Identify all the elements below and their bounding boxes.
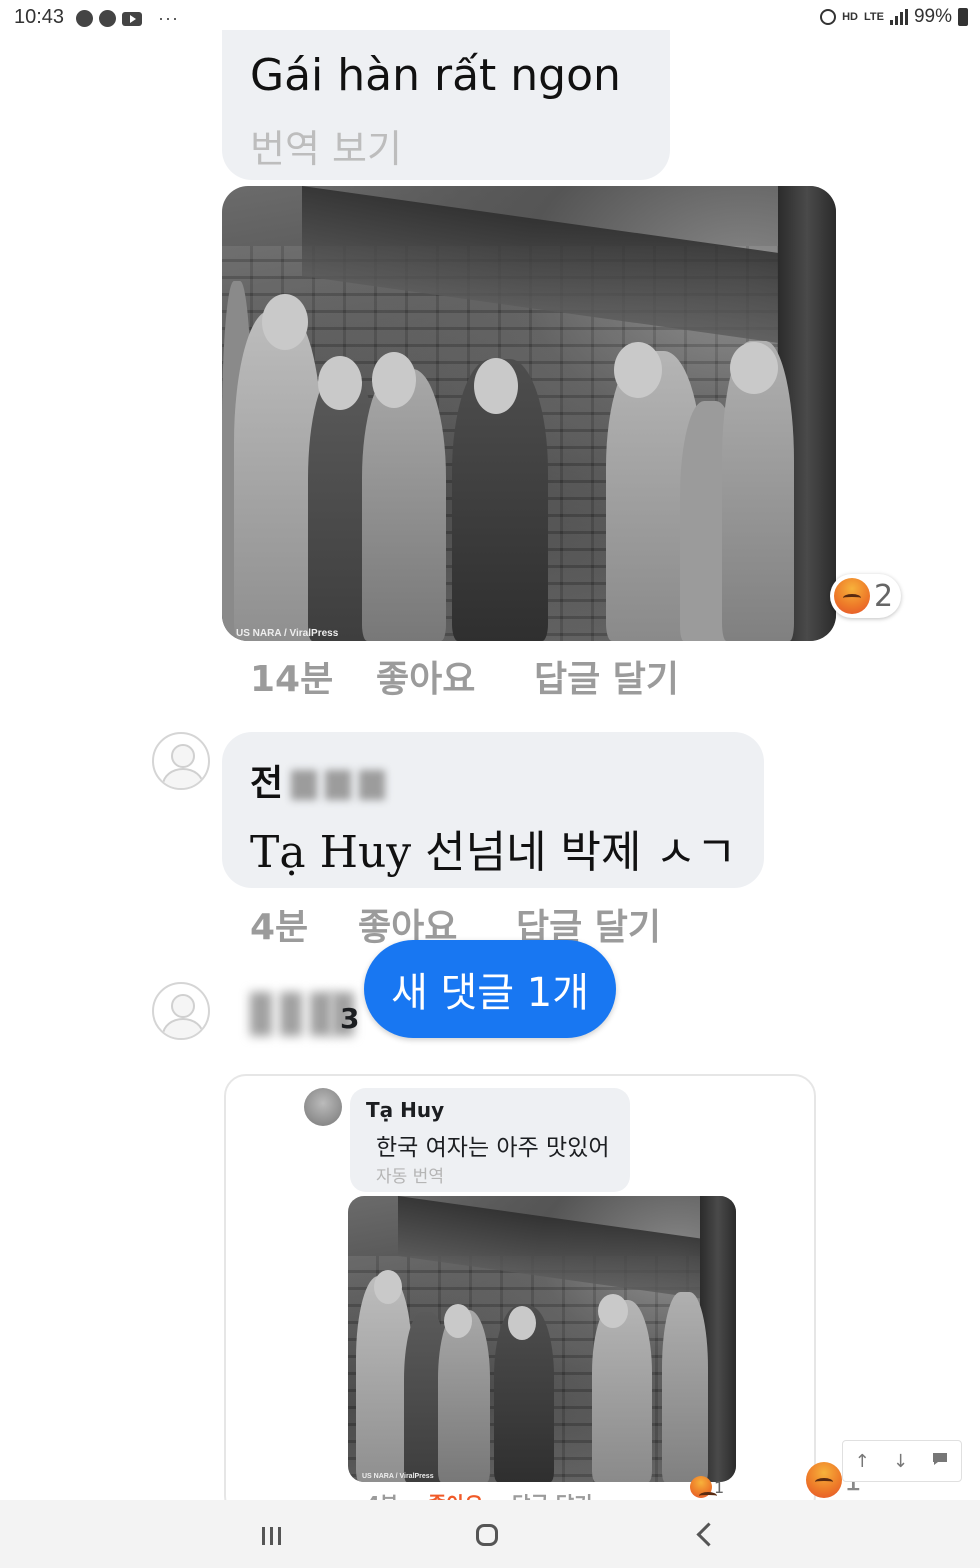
quoted-text: 한국 여자는 아주 맛있어 (376, 1135, 610, 1161)
angry-reaction-icon (806, 1462, 842, 1498)
reaction-count: 2 (874, 578, 894, 614)
see-translation-link[interactable]: 번역 보기 (250, 118, 402, 173)
chat-notification-icon (99, 10, 116, 27)
signal-icon (889, 9, 908, 25)
photo-head (318, 356, 362, 410)
photo-head (474, 358, 518, 414)
like-button[interactable]: 좋아요 (376, 650, 475, 702)
author-name-tail: 3 (340, 1002, 360, 1035)
new-comments-button[interactable]: 새 댓글 1개 (364, 940, 616, 1038)
quoted-author: Tạ Huy (366, 1098, 445, 1122)
status-bar: 10:43 ··· HD LTE 99% (0, 0, 980, 34)
comment-author[interactable]: 전 (250, 754, 386, 806)
comment-photo[interactable]: US NARA / ViralPress (222, 186, 836, 641)
quoted-reaction: 1 (690, 1476, 724, 1498)
blurred-name (359, 770, 386, 800)
status-time: 10:43 (14, 6, 65, 28)
photo-watermark: US NARA / ViralPress (362, 1473, 434, 1480)
auto-translation-label: 자동 번역 (376, 1167, 444, 1187)
avatar[interactable] (152, 732, 210, 790)
reply-button[interactable]: 답글 달기 (534, 650, 679, 702)
scroll-down-icon[interactable]: ↓ (893, 1451, 908, 1472)
comment-time: 4분 (250, 907, 309, 948)
blurred-name (291, 770, 318, 800)
photo-head (372, 352, 416, 408)
quoted-photo: US NARA / ViralPress (348, 1196, 736, 1482)
home-icon[interactable] (476, 1524, 498, 1546)
angry-reaction-icon (834, 578, 870, 614)
photo-head (262, 294, 308, 350)
comment-author-name: 전 (250, 763, 284, 804)
comment-text: Gái hàn rất ngon (250, 50, 621, 101)
lte-label: LTE (864, 11, 884, 23)
reaction-badge[interactable]: 2 (830, 574, 902, 618)
comment-bubble[interactable]: Gái hàn rất ngon 번역 보기 (222, 30, 670, 180)
avatar[interactable] (152, 982, 210, 1040)
notification-icons: ··· (76, 8, 179, 29)
comment-icon[interactable] (931, 1451, 949, 1472)
photo-head (614, 342, 662, 398)
photo-person (592, 1300, 652, 1482)
battery-percent: 99% (913, 6, 952, 27)
scroll-up-icon[interactable]: ↑ (855, 1451, 870, 1472)
photo-person (662, 1292, 708, 1482)
comment-text: Tạ Huy 선넘네 박제 ㅅㄱ (250, 827, 737, 878)
more-notifications-icon: ··· (158, 8, 179, 28)
recent-apps-icon[interactable] (262, 1527, 281, 1545)
comment-bubble[interactable]: 전 Tạ Huy 선넘네 박제 ㅅㄱ (222, 732, 764, 888)
photo-head (374, 1270, 402, 1304)
photo-head (730, 342, 778, 394)
photo-head (598, 1294, 628, 1328)
photo-head (508, 1306, 536, 1340)
photo-head (444, 1304, 472, 1338)
hd-voice-label: HD (842, 11, 858, 23)
comment-actions: 14분 좋아요 답글 달기 (0, 650, 980, 700)
status-right: HD LTE 99% (820, 6, 968, 28)
scroll-controls: ↑ ↓ (842, 1440, 962, 1482)
youtube-icon (122, 11, 142, 26)
photo-watermark: US NARA / ViralPress (236, 628, 339, 639)
avatar (304, 1088, 342, 1126)
quoted-comment-bubble: Tạ Huy 한국 여자는 아주 맛있어 자동 번역 (350, 1088, 630, 1192)
alarm-icon (820, 9, 837, 25)
battery-icon (958, 8, 968, 26)
blurred-name (325, 770, 352, 800)
photo-person (362, 369, 446, 641)
comment-time: 14분 (250, 659, 334, 700)
blurred-author-name: 3 (250, 992, 360, 1036)
chat-notification-icon (76, 10, 93, 27)
angry-reaction-icon (690, 1476, 717, 1498)
